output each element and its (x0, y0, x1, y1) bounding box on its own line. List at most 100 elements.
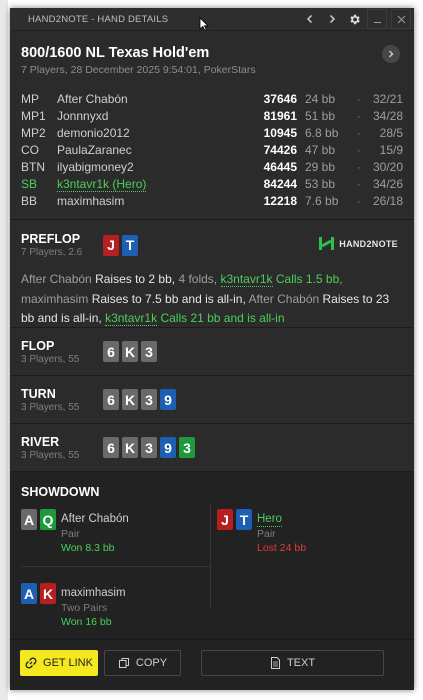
minimize-button[interactable] (367, 9, 387, 29)
playing-card: K (122, 389, 138, 410)
playing-card: J (103, 234, 119, 256)
showdown-hand-rank: Pair (257, 528, 276, 540)
footer-bar: GET LINK COPY TEXT (10, 639, 414, 690)
showdown-result: Won 16 bb (61, 616, 112, 628)
background-window-edge-right (413, 0, 423, 700)
player-stack-bb: 7.6 bb (305, 193, 339, 208)
separator-dot: · (357, 176, 361, 191)
player-name[interactable]: ilyabigmoney2 (57, 160, 245, 174)
player-stack-bb: 29 bb (305, 159, 336, 174)
showdown-section: SHOWDOWN A Q After Chabón Pair Won 8.3 bb JT… (10, 471, 414, 644)
player-name[interactable]: demonio2012 (57, 126, 245, 140)
player-row[interactable]: BTN ilyabigmoney2 46445 29 bb · 30/20 (21, 158, 403, 175)
player-name[interactable]: PaulaZaranec (57, 143, 245, 157)
player-position: MP1 (21, 108, 46, 123)
showdown-entry: A Q After Chabón Pair Won 8.3 bb (21, 509, 129, 555)
action-player[interactable]: maximhasim (21, 292, 88, 306)
playing-card: 3 (141, 389, 157, 410)
gear-icon (349, 14, 360, 24)
link-icon (25, 657, 37, 669)
settings-button[interactable] (343, 8, 365, 30)
player-row[interactable]: MP2 demonio2012 10945 6.8 bb · 28/5 (21, 124, 403, 141)
showdown-hole-cards: JT (217, 509, 252, 555)
hand-details-window: HAND2NOTE - HAND DETAILS 800/1600 NL Tex… (10, 8, 414, 690)
copy-button[interactable]: COPY (104, 650, 181, 676)
separator-dot: · (357, 193, 361, 208)
player-stack-bb: 51 bb (305, 108, 336, 123)
playing-card: 6 (103, 389, 119, 410)
text-button[interactable]: TEXT (201, 650, 384, 676)
player-position: MP (21, 91, 39, 106)
action-player[interactable]: After Chabón (21, 272, 92, 286)
close-icon (397, 15, 405, 23)
showdown-player-name[interactable]: After Chabón (61, 513, 129, 525)
chevron-left-icon (306, 14, 313, 24)
player-stack: 81961 (263, 108, 297, 123)
player-stack-bb: 6.8 bb (305, 125, 339, 140)
playing-card: 6 (103, 341, 119, 362)
showdown-hand-rank: Pair (61, 528, 80, 540)
prev-hand-button[interactable] (299, 8, 321, 30)
window-title: HAND2NOTE - HAND DETAILS (28, 13, 169, 25)
playing-card: J (217, 509, 233, 530)
player-name[interactable]: k3ntavr1k (Hero) (57, 176, 245, 192)
preflop-title: PREFLOP (21, 232, 81, 246)
player-vpip-pfr: 26/18 (372, 193, 403, 208)
hand2note-logo: HAND2NOTE (319, 237, 398, 250)
flop-title: FLOP (21, 338, 55, 353)
game-title: 800/1600 NL Texas Hold'em (21, 45, 210, 61)
divider (210, 504, 211, 609)
player-row[interactable]: CO PaulaZaranec 74426 47 bb · 15/9 (21, 141, 403, 158)
flop-subtitle: 3 Players, 55 (21, 353, 80, 365)
player-row[interactable]: BB maximhasim 12218 7.6 bb · 26/18 (21, 192, 403, 209)
player-name[interactable]: maximhasim (57, 194, 245, 208)
get-link-button[interactable]: GET LINK (20, 650, 98, 676)
player-name[interactable]: Jonnnyxd (57, 109, 245, 123)
hero-name-link[interactable]: k3ntavr1k (220, 272, 273, 287)
player-stack-bb: 24 bb (305, 91, 336, 106)
river-subtitle: 3 Players, 55 (21, 449, 80, 461)
river-board-cards: 6K393 (103, 437, 195, 458)
action-text: Raises to 7.5 bb and is all-in, (91, 291, 246, 306)
playing-card: K (122, 437, 138, 458)
player-row[interactable]: MP1 Jonnnyxd 81961 51 bb · 34/28 (21, 107, 403, 124)
hand-header: 800/1600 NL Texas Hold'em 7 Players, 28 … (10, 31, 414, 76)
turn-board-cards: 6K39 (103, 389, 176, 410)
player-stack-bb: 53 bb (305, 176, 336, 191)
playing-card: K (40, 583, 56, 604)
separator-dot: · (357, 159, 361, 174)
playing-card: A (21, 583, 37, 604)
player-vpip-pfr: 15/9 (379, 142, 403, 157)
close-button[interactable] (391, 9, 411, 29)
title-bar[interactable]: HAND2NOTE - HAND DETAILS (10, 8, 414, 31)
separator-dot: · (357, 108, 361, 123)
hero-action-text: Calls 21 bb and is all-in (160, 311, 285, 325)
preflop-actions: After Chabón Raises to 2 bb, 4 folds, k3… (21, 270, 403, 329)
playing-card: 3 (141, 341, 157, 362)
player-row[interactable]: SB k3ntavr1k (Hero) 84244 53 bb · 34/26 (21, 175, 403, 192)
player-vpip-pfr: 34/26 (372, 176, 403, 191)
river-title: RIVER (21, 434, 60, 449)
player-row[interactable]: MP After Chabón 37646 24 bb · 32/21 (21, 90, 403, 107)
player-vpip-pfr: 28/5 (379, 125, 403, 140)
chevron-right-icon (329, 14, 336, 24)
playing-card: T (236, 509, 252, 530)
turn-title: TURN (21, 386, 56, 401)
next-hand-round-button[interactable] (382, 45, 400, 63)
playing-card: 9 (160, 437, 176, 458)
showdown-hole-cards: AK (21, 583, 56, 629)
player-name[interactable]: After Chabón (57, 92, 245, 106)
hero-name-link[interactable]: k3ntavr1k (105, 311, 158, 326)
flop-section: FLOP 3 Players, 55 6K3 (10, 327, 414, 375)
showdown-player-name[interactable]: maximhasim (61, 587, 126, 599)
showdown-entry: A Kmaximhasim Two Pairs Won 16 bb (21, 583, 126, 629)
hero-hole-cards: JT (103, 234, 138, 256)
next-hand-button[interactable] (321, 8, 343, 30)
showdown-player-name[interactable]: Hero (257, 513, 282, 527)
action-player[interactable]: After Chabón (248, 292, 319, 306)
preflop-section: PREFLOP 7 Players, 2.6 JT HAND2NOTE Afte… (10, 219, 414, 327)
action-text: Raises to 2 bb, (95, 272, 176, 286)
showdown-entry: J T Hero Pair Lost 24 bb (217, 509, 306, 555)
mouse-cursor-icon (199, 17, 209, 31)
brand-text: HAND2NOTE (339, 238, 398, 249)
